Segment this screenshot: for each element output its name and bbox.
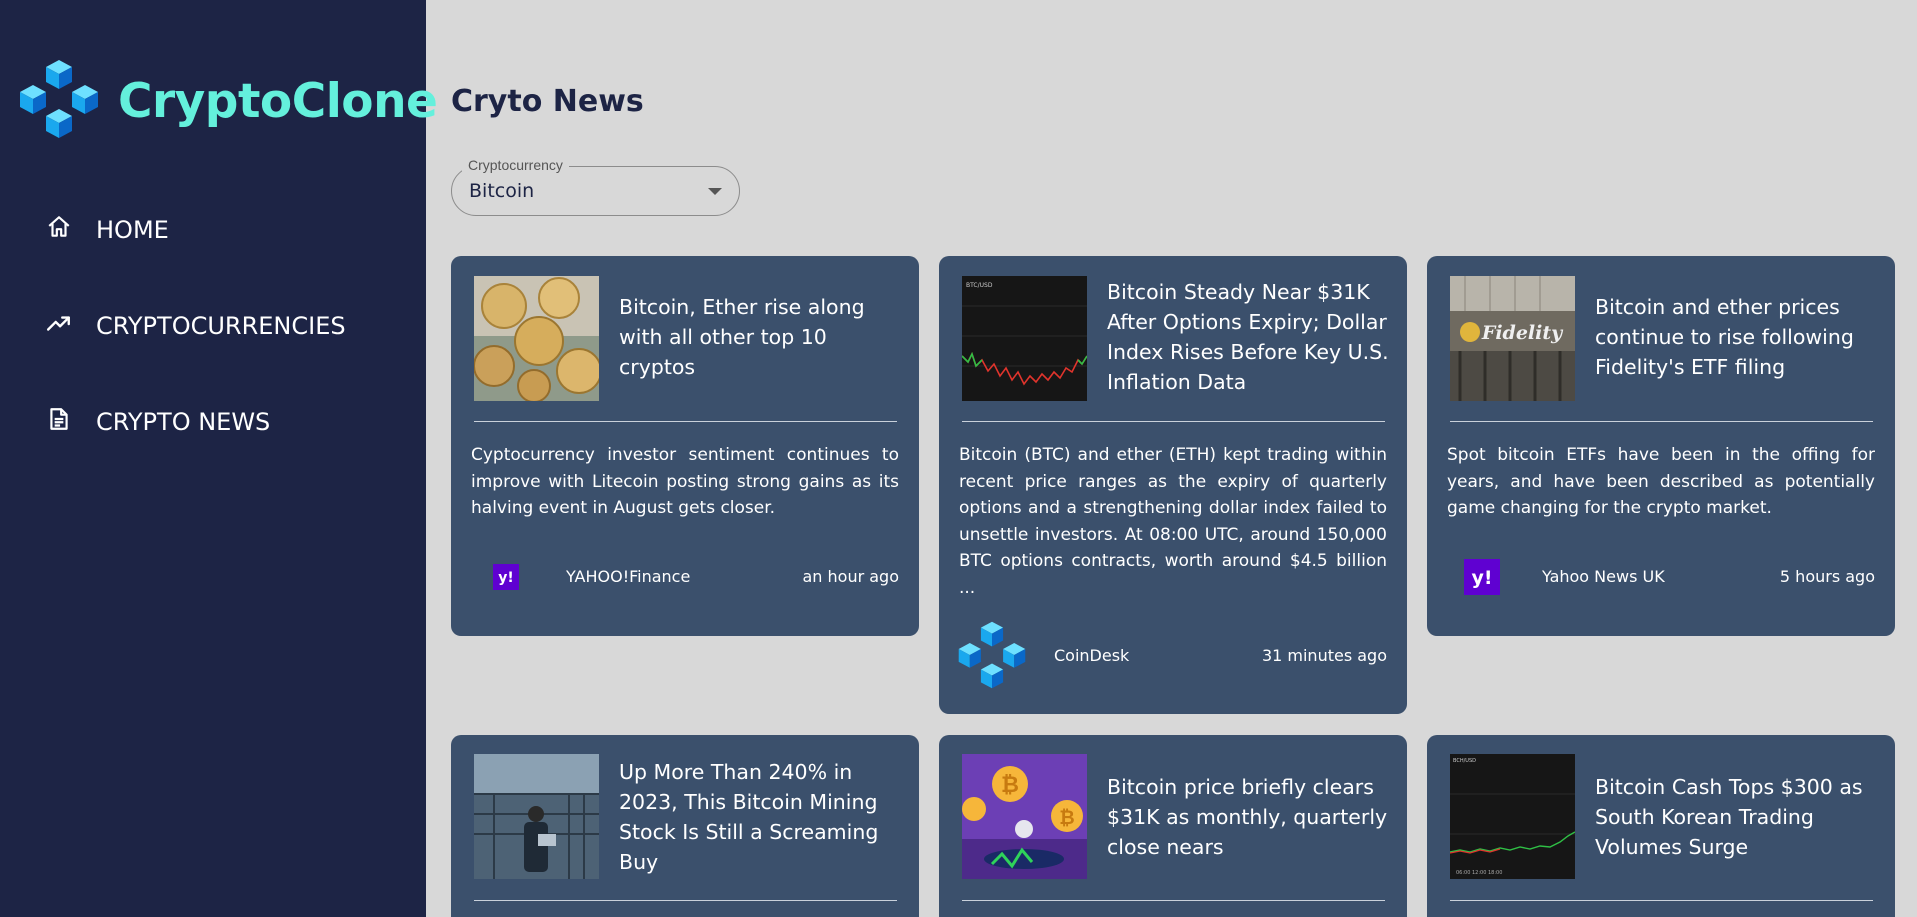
cryptocurrency-select-label: Cryptocurrency (462, 157, 569, 173)
svg-text:06:00 12:00 18:00: 06:00 12:00 18:00 (1456, 870, 1502, 876)
news-time: 31 minutes ago (1261, 646, 1387, 665)
news-source: Yahoo News UK (1542, 567, 1665, 586)
app-name: CryptoClone (118, 73, 438, 129)
divider (474, 421, 897, 422)
news-time: 5 hours ago (1779, 567, 1875, 586)
news-card[interactable]: BTC/USD Bitcoin Steady Near $31K After O… (939, 256, 1407, 714)
dropdown-arrow-icon[interactable] (708, 188, 722, 195)
svg-text:BCH/USD: BCH/USD (1453, 758, 1476, 764)
yahoo-news-icon: y! (1447, 542, 1517, 612)
page-title: Cryto News (451, 84, 644, 119)
news-time: an hour ago (802, 567, 899, 586)
nav-home[interactable]: HOME (46, 214, 169, 246)
divider (474, 900, 897, 901)
cryptocurrency-select-value: Bitcoin (469, 180, 535, 202)
svg-text:y!: y! (1471, 567, 1492, 589)
nav-crypto-news[interactable]: CRYPTO NEWS (46, 406, 270, 438)
svg-text:₿: ₿ (1059, 807, 1074, 829)
coindesk-icon (957, 620, 1027, 690)
trending-up-icon (46, 310, 96, 342)
nav-cryptocurrencies-label: CRYPTOCURRENCIES (96, 312, 346, 340)
news-card[interactable]: Bitcoin, Ether rise along with all other… (451, 256, 919, 636)
divider (962, 421, 1385, 422)
mining-farm-image (474, 754, 599, 879)
news-title[interactable]: Bitcoin price briefly clears $31K as mon… (1107, 772, 1392, 862)
news-description: Spot bitcoin ETFs have been in the offin… (1447, 445, 1875, 518)
logo[interactable]: CryptoClone (18, 58, 438, 144)
coins-image (474, 276, 599, 401)
document-icon (46, 406, 96, 438)
bitcoin-illustration-image: ₿ ₿ (962, 754, 1087, 879)
cube-logo-icon (18, 58, 100, 144)
svg-text:y!: y! (498, 570, 514, 586)
sidebar: CryptoClone HOME CRYPTOCURRENCIES CRYPTO… (0, 0, 438, 917)
nav-crypto-news-label: CRYPTO NEWS (96, 408, 271, 436)
news-description: Cyptocurrency investor sentiment continu… (471, 445, 899, 518)
svg-text:Fidelity: Fidelity (1481, 322, 1564, 344)
volume-chart-image: BCH/USD 06:00 12:00 18:00 (1450, 754, 1575, 879)
news-source: CoinDesk (1054, 646, 1130, 665)
nav-home-label: HOME (96, 216, 169, 244)
news-title[interactable]: Bitcoin, Ether rise along with all other… (619, 292, 904, 382)
home-icon (46, 214, 96, 246)
news-title[interactable]: Up More Than 240% in 2023, This Bitcoin … (619, 757, 904, 877)
news-title[interactable]: Bitcoin Cash Tops $300 as South Korean T… (1595, 772, 1880, 862)
price-chart-image: BTC/USD (962, 276, 1087, 401)
news-card[interactable]: BCH/USD 06:00 12:00 18:00 Bitcoin Cash T… (1427, 735, 1895, 917)
divider (962, 900, 1385, 901)
news-title[interactable]: Bitcoin Steady Near $31K After Options E… (1107, 277, 1392, 397)
news-title[interactable]: Bitcoin and ether prices continue to ris… (1595, 292, 1880, 382)
svg-text:BTC/USD: BTC/USD (966, 282, 993, 289)
news-card[interactable]: Up More Than 240% in 2023, This Bitcoin … (451, 735, 919, 917)
news-description: Bitcoin (BTC) and ether (ETH) kept tradi… (959, 445, 1387, 598)
fidelity-sign-image: Fidelity (1450, 276, 1575, 401)
yahoo-finance-icon: y! (471, 542, 541, 612)
cryptocurrency-select[interactable]: Cryptocurrency Bitcoin (451, 157, 740, 216)
svg-text:₿: ₿ (1001, 773, 1019, 798)
nav-cryptocurrencies[interactable]: CRYPTOCURRENCIES (46, 310, 346, 342)
news-card[interactable]: Fidelity Bitcoin and ether prices contin… (1427, 256, 1895, 636)
news-card[interactable]: ₿ ₿ Bitcoin price briefly clears $31K as… (939, 735, 1407, 917)
divider (1450, 421, 1873, 422)
news-source: YAHOO!Finance (566, 567, 691, 586)
divider (1450, 900, 1873, 901)
